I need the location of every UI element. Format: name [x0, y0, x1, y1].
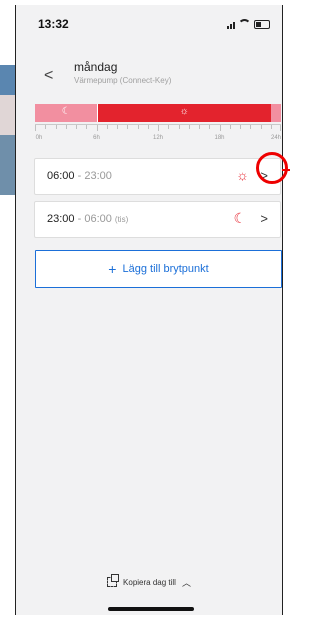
- axis-tick: [229, 125, 231, 129]
- axis-tick: [106, 125, 108, 129]
- home-indicator[interactable]: [108, 607, 194, 611]
- status-time: 13:32: [38, 17, 69, 31]
- schedule-time-range: 23:00 - 06:00 (tis): [47, 213, 128, 225]
- timeline-segment-night: [270, 104, 281, 122]
- schedule-end: - 23:00: [77, 170, 112, 182]
- axis-tick: [147, 125, 149, 129]
- schedule-start: 23:00: [47, 213, 75, 225]
- status-icons: [227, 19, 270, 30]
- phone-frame: 13:32 < måndag Värmepump (Connect-Key) ☾…: [0, 0, 290, 618]
- back-button[interactable]: <: [44, 67, 53, 85]
- sun-icon: ☼: [179, 106, 189, 117]
- axis-tick: [96, 125, 98, 131]
- schedule-row-1[interactable]: 06:00 - 23:00 ☼ >: [34, 158, 281, 195]
- plus-icon: +: [108, 261, 117, 277]
- schedule-end-day: (tis): [114, 215, 129, 224]
- axis-tick: [86, 125, 88, 129]
- chevron-up-icon[interactable]: ︿: [182, 576, 191, 589]
- page-title: måndag: [74, 60, 118, 74]
- axis-label: 6h: [93, 135, 100, 141]
- axis-tick: [199, 125, 200, 129]
- axis-label: 18h: [214, 135, 225, 141]
- schedule-time-range: 06:00 - 23:00: [47, 170, 112, 182]
- axis-tick: [270, 125, 272, 129]
- schedule-row-2[interactable]: 23:00 - 06:00 (tis) ☾ >: [34, 201, 281, 238]
- schedule-start: 06:00: [47, 170, 75, 182]
- axis-tick: [168, 125, 170, 129]
- axis-tick: [280, 125, 281, 131]
- axis-tick: [127, 125, 129, 129]
- axis-tick: [250, 125, 252, 129]
- axis-label: 24h: [270, 135, 282, 141]
- copy-day-label: Kopiera dag till: [123, 577, 176, 587]
- app-screen: 13:32 < måndag Värmepump (Connect-Key) ☾…: [15, 5, 283, 615]
- battery-icon: [254, 20, 270, 29]
- axis-label: 12h: [152, 135, 164, 141]
- page-header: < måndag Värmepump (Connect-Key): [16, 53, 282, 97]
- axis-tick: [35, 125, 36, 131]
- background-app-strip: [0, 5, 15, 615]
- chevron-right-icon[interactable]: >: [260, 211, 268, 226]
- highlight-pointer: [282, 169, 290, 171]
- axis-tick: [117, 125, 118, 129]
- moon-icon: ☾: [61, 106, 71, 117]
- axis-tick: [45, 125, 47, 129]
- add-switchpoint-label: Lägg till brytpunkt: [122, 263, 209, 275]
- timeline-axis: 0h 6h 12h 18h 24h: [35, 124, 281, 141]
- sun-icon: ☼: [236, 167, 249, 183]
- schedule-end: - 06:00 (tis): [77, 213, 129, 225]
- copy-icon: [107, 574, 120, 587]
- day-timeline-bar: ☾ ☼: [35, 104, 281, 122]
- page-subtitle: Värmepump (Connect-Key): [74, 76, 172, 85]
- axis-tick: [55, 125, 57, 129]
- axis-label: 0h: [35, 135, 43, 141]
- axis-tick: [76, 125, 77, 129]
- status-bar: 13:32: [16, 5, 282, 39]
- moon-icon: ☾: [233, 210, 246, 226]
- axis-tick: [158, 125, 159, 131]
- signal-icon: [227, 21, 235, 29]
- axis-tick: [178, 125, 180, 129]
- axis-tick: [209, 125, 211, 129]
- wifi-icon: [238, 19, 251, 30]
- axis-tick: [219, 125, 221, 131]
- axis-tick: [137, 125, 139, 129]
- axis-tick: [65, 125, 67, 129]
- highlight-circle: [256, 152, 288, 184]
- axis-tick: [188, 125, 190, 129]
- axis-tick: [240, 125, 241, 129]
- axis-tick: [260, 125, 262, 129]
- copy-day-bar[interactable]: Kopiera dag till ︿: [16, 567, 282, 597]
- add-switchpoint-button[interactable]: + Lägg till brytpunkt: [35, 250, 282, 288]
